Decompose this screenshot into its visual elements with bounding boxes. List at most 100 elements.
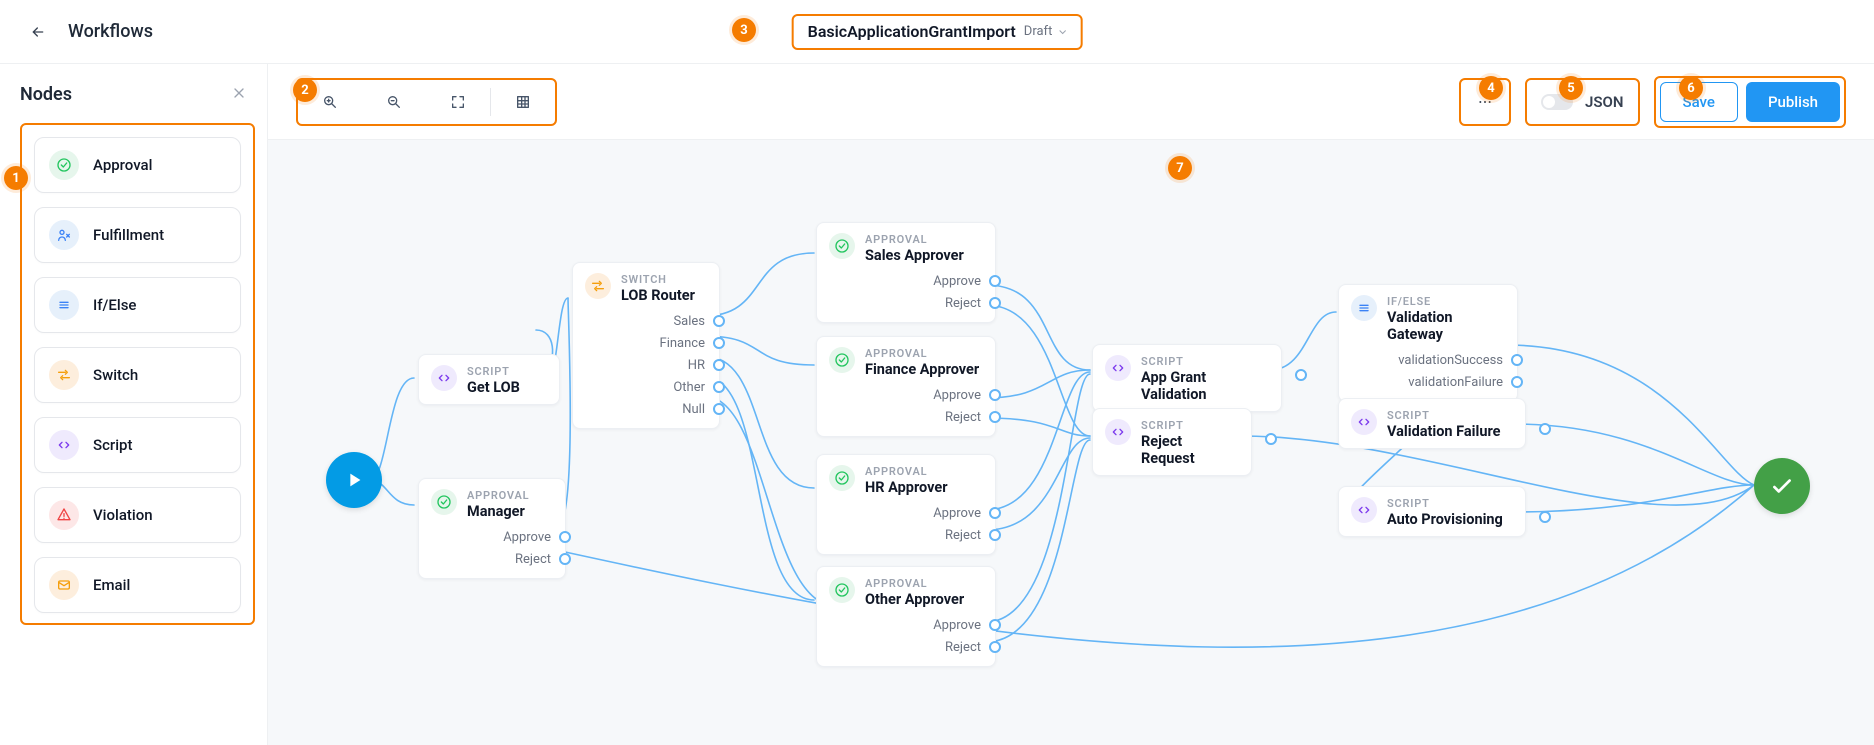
- node-manager[interactable]: APPROVAL Manager Approve Reject: [418, 478, 566, 579]
- node-name: Reject Request: [1141, 433, 1237, 467]
- script-icon: [1105, 355, 1131, 381]
- close-palette-button[interactable]: [231, 85, 247, 105]
- node-auto-provisioning[interactable]: SCRIPTAuto Provisioning: [1338, 486, 1526, 537]
- output-label: Reject: [945, 528, 981, 543]
- start-node[interactable]: [326, 452, 382, 508]
- node-name: Get LOB: [467, 379, 520, 396]
- connection-layer: [268, 140, 1874, 745]
- ifelse-icon: [49, 290, 79, 320]
- breadcrumb[interactable]: Workflows: [68, 21, 153, 42]
- palette-item-label: Fulfillment: [93, 226, 164, 244]
- output-label: Approve: [933, 388, 981, 403]
- workflow-title[interactable]: BasicApplicationGrantImport Draft: [792, 14, 1083, 50]
- output-port[interactable]: [989, 529, 1001, 541]
- workflow-canvas[interactable]: SCRIPT Get LOB SWITCH LOB Router: [268, 140, 1874, 745]
- zoom-out-button[interactable]: [362, 80, 426, 124]
- output-port[interactable]: [713, 315, 725, 327]
- zoom-controls: [296, 78, 557, 126]
- script-icon: [1105, 419, 1131, 445]
- script-icon: [1351, 409, 1377, 435]
- email-icon: [49, 570, 79, 600]
- node-name: Finance Approver: [865, 361, 979, 378]
- callout-5: 5: [1559, 76, 1583, 100]
- node-lob-router[interactable]: SWITCH LOB Router Sales Finance HR Other…: [572, 262, 720, 429]
- output-label: validationSuccess: [1398, 353, 1503, 368]
- callout-2: 2: [293, 78, 317, 102]
- output-label: Reject: [945, 296, 981, 311]
- output-port[interactable]: [1511, 376, 1523, 388]
- node-validation-failure[interactable]: SCRIPTValidation Failure: [1338, 398, 1526, 449]
- node-name: App Grant Validation: [1141, 369, 1267, 403]
- node-type: SCRIPT: [1141, 355, 1267, 368]
- output-label: Reject: [945, 640, 981, 655]
- output-label: Null: [682, 402, 705, 417]
- node-type: IF/ELSE: [1387, 295, 1503, 308]
- output-port[interactable]: [989, 507, 1001, 519]
- output-port[interactable]: [989, 641, 1001, 653]
- palette-item-label: If/Else: [93, 296, 136, 314]
- output-port[interactable]: [1511, 354, 1523, 366]
- node-name: Validation Gateway: [1387, 309, 1503, 343]
- node-finance-approver[interactable]: APPROVALFinance Approver Approve Reject: [816, 336, 996, 437]
- node-reject-request[interactable]: SCRIPTReject Request: [1092, 408, 1252, 476]
- output-port[interactable]: [713, 337, 725, 349]
- output-port[interactable]: [989, 411, 1001, 423]
- output-port[interactable]: [989, 389, 1001, 401]
- node-name: Manager: [467, 503, 529, 520]
- canvas-toolbar: JSON Save Publish: [268, 64, 1874, 140]
- output-port[interactable]: [989, 619, 1001, 631]
- node-hr-approver[interactable]: APPROVALHR Approver Approve Reject: [816, 454, 996, 555]
- node-type: APPROVAL: [467, 489, 529, 502]
- output-port[interactable]: [713, 381, 725, 393]
- output-port[interactable]: [559, 531, 571, 543]
- script-icon: [49, 430, 79, 460]
- back-button[interactable]: [24, 18, 52, 46]
- palette-item-fulfillment[interactable]: Fulfillment: [34, 207, 241, 263]
- callout-3: 3: [732, 18, 756, 42]
- node-validation-gateway[interactable]: IF/ELSEValidation Gateway validationSucc…: [1338, 284, 1518, 402]
- callout-6: 6: [1679, 76, 1703, 100]
- output-port[interactable]: [989, 275, 1001, 287]
- palette-item-label: Script: [93, 436, 132, 454]
- node-type: APPROVAL: [865, 233, 964, 246]
- switch-icon: [49, 360, 79, 390]
- output-label: Reject: [945, 410, 981, 425]
- palette-item-email[interactable]: Email: [34, 557, 241, 613]
- fulfillment-icon: [49, 220, 79, 250]
- output-port[interactable]: [713, 359, 725, 371]
- palette-item-violation[interactable]: Violation: [34, 487, 241, 543]
- palette-item-approval[interactable]: Approval: [34, 137, 241, 193]
- node-name: LOB Router: [621, 287, 695, 304]
- workflow-name: BasicApplicationGrantImport: [808, 22, 1016, 41]
- node-name: HR Approver: [865, 479, 948, 496]
- palette-item-switch[interactable]: Switch: [34, 347, 241, 403]
- approval-icon: [829, 233, 855, 259]
- output-port[interactable]: [559, 553, 571, 565]
- publish-button[interactable]: Publish: [1746, 82, 1840, 122]
- callout-1: 1: [4, 166, 28, 190]
- palette-item-label: Violation: [93, 506, 153, 524]
- node-get-lob[interactable]: SCRIPT Get LOB: [418, 354, 560, 405]
- top-bar: Workflows BasicApplicationGrantImport Dr…: [0, 0, 1874, 64]
- node-sales-approver[interactable]: APPROVALSales Approver Approve Reject: [816, 222, 996, 323]
- callout-7: 7: [1168, 156, 1192, 180]
- switch-icon: [585, 273, 611, 299]
- output-label: HR: [688, 358, 705, 373]
- output-label: Approve: [933, 274, 981, 289]
- fit-to-screen-button[interactable]: [426, 80, 490, 124]
- end-node[interactable]: [1754, 458, 1810, 514]
- toggle-grid-button[interactable]: [491, 80, 555, 124]
- node-app-grant-validation[interactable]: SCRIPTApp Grant Validation: [1092, 344, 1282, 412]
- node-type: SCRIPT: [1141, 419, 1237, 432]
- node-type: SCRIPT: [467, 365, 520, 378]
- node-other-approver[interactable]: APPROVALOther Approver Approve Reject: [816, 566, 996, 667]
- node-name: Sales Approver: [865, 247, 964, 264]
- callout-4: 4: [1479, 76, 1503, 100]
- output-port[interactable]: [989, 297, 1001, 309]
- script-icon: [431, 365, 457, 391]
- node-type: APPROVAL: [865, 577, 964, 590]
- output-label: Reject: [515, 552, 551, 567]
- palette-item-script[interactable]: Script: [34, 417, 241, 473]
- palette-item-ifelse[interactable]: If/Else: [34, 277, 241, 333]
- output-port[interactable]: [713, 403, 725, 415]
